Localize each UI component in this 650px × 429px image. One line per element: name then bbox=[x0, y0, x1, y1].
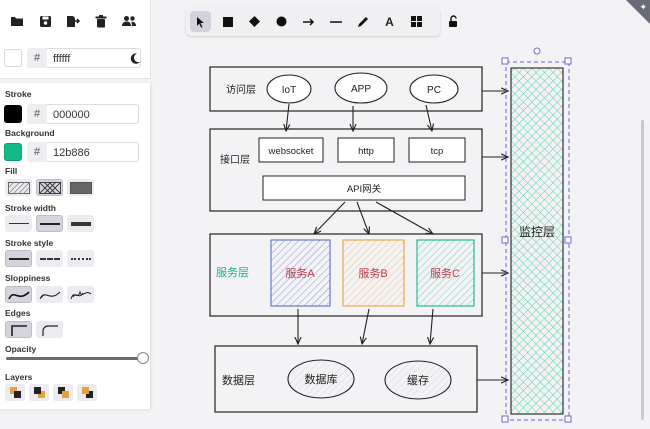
stroke-color-swatch[interactable] bbox=[4, 105, 22, 123]
data-layer-label: 数据层 bbox=[222, 373, 255, 387]
arrow-gateway-to-service-b bbox=[356, 201, 369, 234]
background-color-input[interactable]: 12b886 bbox=[47, 142, 139, 162]
sloppiness-label: Sloppiness bbox=[5, 273, 51, 283]
edges-sharp-option[interactable] bbox=[5, 321, 32, 338]
moon-icon[interactable] bbox=[123, 47, 145, 69]
sloppiness-cartoonist-option[interactable] bbox=[67, 286, 94, 303]
background-label: Background bbox=[5, 128, 55, 138]
app-node-label: APP bbox=[351, 84, 371, 95]
websocket-label: websocket bbox=[268, 146, 314, 157]
arrow-iot-to-websocket bbox=[286, 103, 289, 131]
properties-panel: Stroke # 000000 Background # 12b886 Fill… bbox=[0, 83, 151, 409]
monitor-layer-label: 监控层 bbox=[519, 225, 555, 239]
stroke-color-picker: # 000000 bbox=[4, 104, 139, 124]
bring-to-front-icon[interactable] bbox=[77, 384, 97, 401]
interface-layer-label: 接口层 bbox=[220, 153, 250, 166]
pc-node-label: PC bbox=[427, 85, 441, 96]
send-backward-icon[interactable] bbox=[29, 384, 49, 401]
app-menu-panel: # ffffff bbox=[0, 0, 151, 79]
star-icon: ✦ bbox=[639, 2, 647, 12]
stroke-hash: # bbox=[27, 104, 47, 124]
monitor-layer-box[interactable] bbox=[510, 67, 564, 415]
arrow-service-b-to-data bbox=[362, 308, 370, 344]
arrow-gateway-to-service-c bbox=[375, 201, 433, 234]
canvas-background-hash: # bbox=[27, 48, 47, 68]
edges-round-option[interactable] bbox=[36, 321, 63, 338]
stroke-style-label: Stroke style bbox=[5, 238, 54, 248]
stroke-width-bold-option[interactable] bbox=[36, 215, 63, 232]
stroke-style-solid-option[interactable] bbox=[5, 250, 32, 267]
stroke-style-dashed-option[interactable] bbox=[36, 250, 63, 267]
bring-forward-icon[interactable] bbox=[53, 384, 73, 401]
opacity-label: Opacity bbox=[5, 344, 37, 354]
tcp-label: tcp bbox=[431, 146, 444, 157]
layers-label: Layers bbox=[5, 372, 33, 382]
fill-solid-option[interactable] bbox=[67, 179, 94, 196]
send-to-back-icon[interactable] bbox=[5, 384, 25, 401]
trash-icon[interactable] bbox=[90, 10, 112, 32]
http-label: http bbox=[358, 146, 374, 157]
arrow-gateway-to-service-a bbox=[314, 201, 346, 234]
service-c-label: 服务C bbox=[430, 267, 460, 280]
edges-label: Edges bbox=[5, 308, 31, 318]
fill-label: Fill bbox=[5, 166, 18, 176]
stroke-width-thin-option[interactable] bbox=[5, 215, 32, 232]
cache-label: 缓存 bbox=[407, 373, 429, 387]
background-hash: # bbox=[27, 142, 47, 162]
api-gateway-label: API网关 bbox=[347, 183, 382, 195]
service-a-label: 服务A bbox=[285, 267, 315, 280]
collaborators-icon[interactable] bbox=[118, 10, 140, 32]
stroke-label: Stroke bbox=[5, 89, 32, 99]
database-label: 数据库 bbox=[305, 372, 338, 386]
canvas-background-swatch[interactable] bbox=[4, 49, 22, 67]
open-folder-icon[interactable] bbox=[6, 10, 28, 32]
background-color-swatch[interactable] bbox=[4, 143, 22, 161]
opacity-slider-thumb[interactable] bbox=[138, 353, 148, 363]
service-b-label: 服务B bbox=[358, 267, 387, 280]
stroke-style-dotted-option[interactable] bbox=[67, 250, 94, 267]
sloppiness-artist-option[interactable] bbox=[36, 286, 63, 303]
access-layer-label: 访问层 bbox=[226, 83, 256, 96]
drawing-canvas[interactable]: 访问层 IoT APP PC 接口层 websocket http tcp AP… bbox=[150, 0, 650, 429]
service-layer-label: 服务层 bbox=[216, 266, 249, 279]
sloppiness-architect-option[interactable] bbox=[5, 286, 32, 303]
export-icon[interactable] bbox=[62, 10, 84, 32]
iot-node-label: IoT bbox=[282, 85, 296, 96]
background-color-picker: # 12b886 bbox=[4, 142, 139, 162]
arrow-service-c-to-data bbox=[430, 308, 433, 344]
canvas-background-picker: # ffffff bbox=[4, 48, 141, 68]
opacity-slider-track[interactable] bbox=[6, 353, 148, 363]
fill-crosshatch-option[interactable] bbox=[36, 179, 63, 196]
arrow-pc-to-tcp bbox=[425, 104, 432, 131]
opacity-slider-fill bbox=[6, 357, 143, 360]
fill-hachure-option[interactable] bbox=[5, 179, 32, 196]
stroke-width-extra-bold-option[interactable] bbox=[67, 215, 94, 232]
save-icon[interactable] bbox=[34, 10, 56, 32]
vertical-scrollbar[interactable] bbox=[641, 120, 644, 420]
stroke-color-input[interactable]: 000000 bbox=[47, 104, 139, 124]
stroke-width-label: Stroke width bbox=[5, 203, 57, 213]
